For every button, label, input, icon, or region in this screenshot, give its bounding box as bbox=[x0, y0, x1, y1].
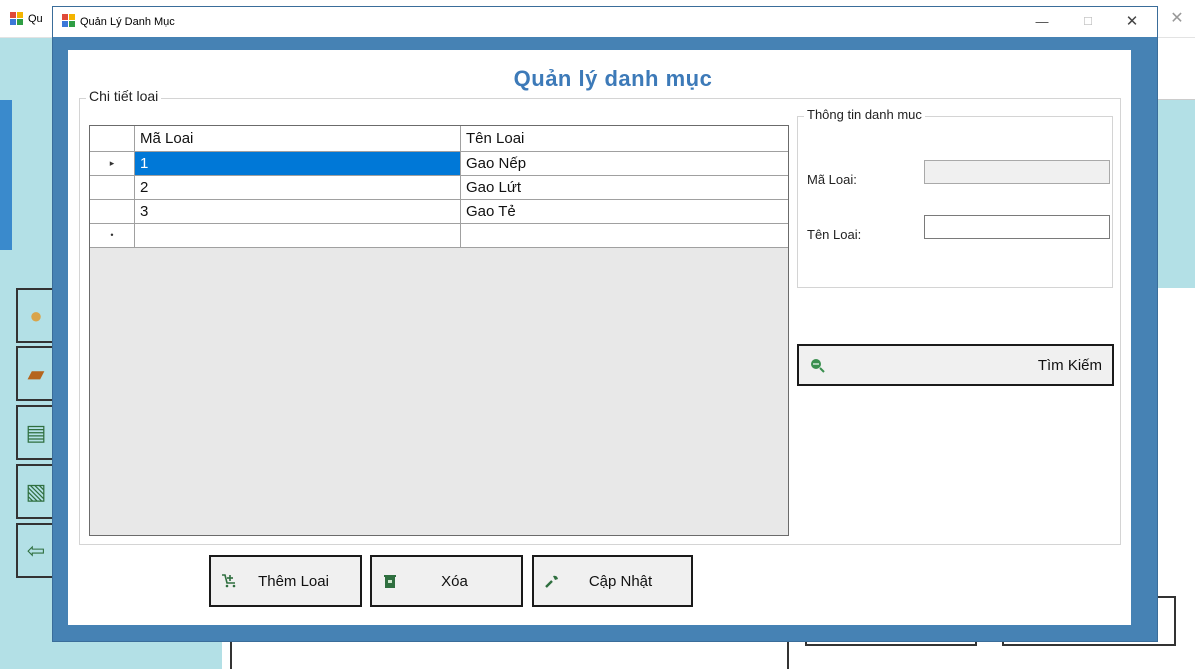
table-row[interactable]: 2 Gao Lứt bbox=[90, 176, 788, 200]
maximize-button[interactable]: ☐ bbox=[1065, 7, 1111, 37]
add-category-label: Thêm Loai bbox=[258, 572, 329, 590]
cell-ten-loai[interactable]: Gao Lứt bbox=[461, 176, 788, 200]
update-button[interactable]: Cập Nhật bbox=[532, 555, 693, 607]
info-groupbox bbox=[797, 116, 1113, 288]
sidebar-invoice-button[interactable]: ▧ bbox=[16, 464, 56, 519]
background-left-accent bbox=[0, 100, 12, 250]
trash-icon bbox=[382, 573, 398, 589]
minimize-button[interactable]: — bbox=[1019, 7, 1065, 37]
grid-row-header-corner bbox=[90, 126, 135, 152]
wrench-icon bbox=[544, 573, 560, 589]
grid-header-row: Mã Loai Tên Loai bbox=[90, 126, 788, 152]
invoice-icon: ▧ bbox=[25, 478, 47, 504]
new-row[interactable]: • bbox=[90, 224, 788, 248]
current-row-indicator[interactable]: ▸ bbox=[90, 152, 135, 176]
category-grid-body: Mã Loai Tên Loai ▸ 1 Gao Nếp 2 Gao Lứt 3… bbox=[90, 126, 788, 535]
dialog-titlebar bbox=[53, 7, 1157, 37]
background-divider bbox=[787, 642, 789, 669]
sidebar-product-button[interactable]: ● bbox=[16, 288, 56, 343]
info-group-label: Thông tin danh muc bbox=[804, 107, 925, 122]
sidebar-warehouse-button[interactable]: ▰ bbox=[16, 346, 56, 401]
cell-ma-loai[interactable]: 1 bbox=[135, 152, 461, 176]
table-row[interactable]: 3 Gao Tẻ bbox=[90, 200, 788, 224]
update-label: Cập Nhật bbox=[588, 572, 653, 590]
cell-ma-loai[interactable] bbox=[135, 224, 461, 248]
close-button[interactable]: ✕ bbox=[1109, 7, 1155, 37]
search-button-label: Tìm Kiếm bbox=[1037, 356, 1102, 374]
cell-ma-loai[interactable]: 2 bbox=[135, 176, 461, 200]
cell-ten-loai[interactable]: Gao Nếp bbox=[461, 152, 788, 176]
ten-loai-label: Tên Loai: bbox=[807, 227, 862, 242]
delete-label: Xóa bbox=[441, 572, 468, 590]
background-window-title: Qu bbox=[28, 13, 43, 25]
ten-loai-field[interactable] bbox=[924, 215, 1110, 239]
table-row[interactable]: ▸ 1 Gao Nếp bbox=[90, 152, 788, 176]
delete-button[interactable]: Xóa bbox=[370, 555, 523, 607]
ma-loai-label: Mã Loai: bbox=[807, 172, 857, 187]
cell-ten-loai[interactable]: Gao Tẻ bbox=[461, 200, 788, 224]
logout-icon: ⇦ bbox=[26, 537, 46, 563]
ma-loai-field[interactable] bbox=[924, 160, 1110, 184]
search-icon bbox=[809, 357, 825, 373]
warehouse-icon: ▰ bbox=[27, 360, 45, 386]
detail-group-label: Chi tiết loai bbox=[86, 88, 162, 104]
cart-add-icon bbox=[221, 573, 237, 589]
row-header[interactable] bbox=[90, 200, 135, 224]
search-button[interactable]: Tìm Kiếm bbox=[797, 344, 1114, 386]
cell-ma-loai[interactable]: 3 bbox=[135, 200, 461, 224]
list-icon: ▤ bbox=[25, 419, 47, 445]
new-row-indicator[interactable]: • bbox=[90, 224, 135, 248]
rice-sack-icon: ● bbox=[29, 302, 43, 328]
app-icon bbox=[10, 12, 24, 26]
background-close-button[interactable]: ✕ bbox=[1165, 8, 1189, 30]
cell-ten-loai[interactable] bbox=[461, 224, 788, 248]
column-header-ma-loai[interactable]: Mã Loai bbox=[135, 126, 461, 152]
dialog-app-icon bbox=[62, 14, 76, 28]
page-title: Quản lý danh mục bbox=[468, 62, 758, 98]
sidebar-logout-button[interactable]: ⇦ bbox=[16, 523, 56, 578]
row-header[interactable] bbox=[90, 176, 135, 200]
background-divider bbox=[230, 642, 232, 669]
sidebar-category-button[interactable]: ▤ bbox=[16, 405, 56, 460]
dialog-title: Quản Lý Danh Mục bbox=[80, 16, 175, 28]
column-header-ten-loai[interactable]: Tên Loai bbox=[461, 126, 788, 152]
add-category-button[interactable]: Thêm Loai bbox=[209, 555, 362, 607]
